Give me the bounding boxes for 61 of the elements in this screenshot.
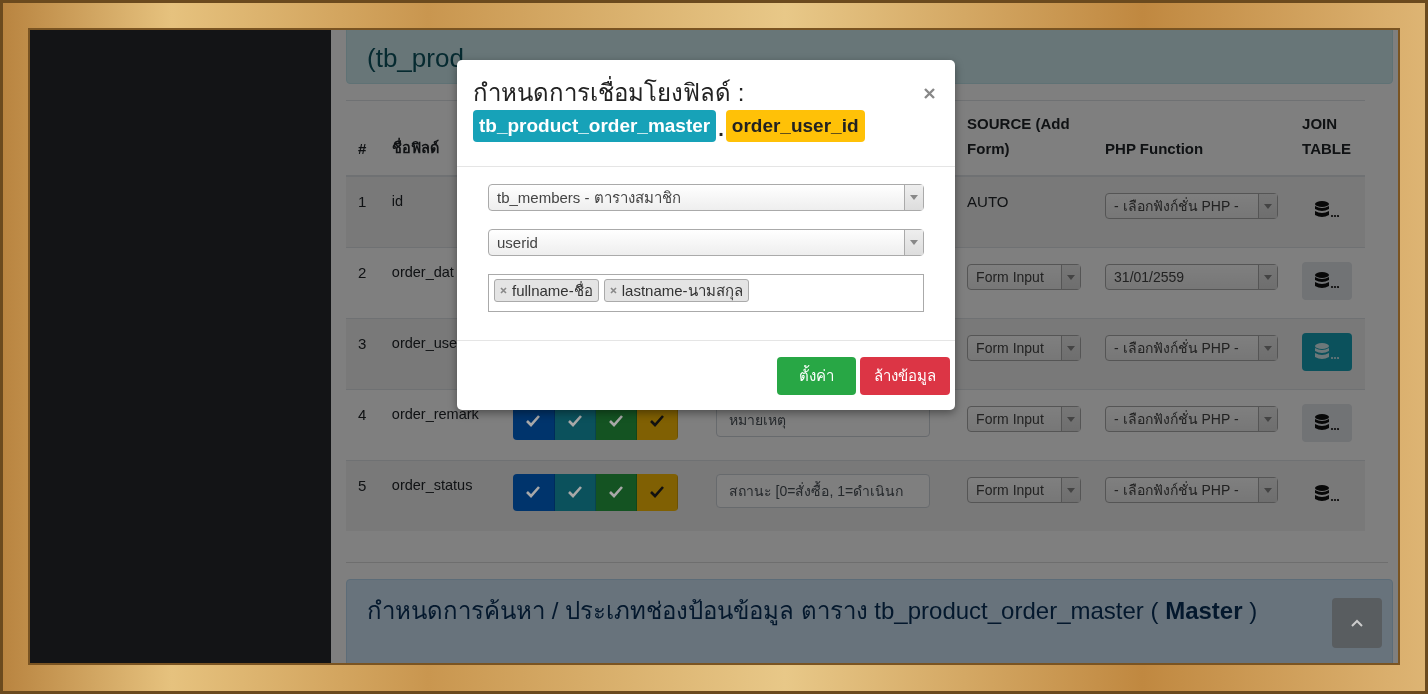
section-title: (tb_prod bbox=[367, 45, 464, 71]
column-header: SOURCE (Add Form) bbox=[967, 115, 1070, 157]
check-icon bbox=[525, 414, 542, 428]
database-icon bbox=[1315, 413, 1340, 432]
remove-icon[interactable] bbox=[609, 287, 617, 294]
dialog-title: กำหนดการเชื่อมโยงฟิลด์ : bbox=[473, 78, 865, 108]
separator-text: . bbox=[717, 117, 725, 142]
table-select[interactable]: tb_members - ตารางสมาชิก bbox=[488, 184, 924, 211]
table-badge: tb_product_order_master bbox=[473, 110, 717, 142]
toggle-checkbox[interactable] bbox=[637, 473, 679, 511]
dialog-button[interactable]: ตั้งค่า bbox=[777, 357, 856, 395]
database-icon bbox=[1315, 201, 1340, 219]
check-icon bbox=[607, 414, 624, 428]
database-icon bbox=[1315, 484, 1340, 503]
label-input[interactable]: สถานะ [0=สั่งซื้อ, 1=ดำเนินก bbox=[715, 473, 930, 508]
database-icon bbox=[1315, 342, 1340, 361]
row-number: 3 bbox=[358, 334, 367, 352]
php-function-select[interactable]: - เลือกฟังก์ชั่น PHP - bbox=[1105, 405, 1279, 432]
field-name: order_status bbox=[391, 476, 473, 493]
check-icon bbox=[607, 485, 624, 499]
field-name: order_dat bbox=[391, 263, 454, 280]
check-icon bbox=[525, 485, 542, 499]
join-table-button[interactable] bbox=[1302, 403, 1353, 442]
check-icon bbox=[649, 485, 666, 499]
toggle-checkbox[interactable] bbox=[554, 473, 596, 511]
tag-label: lastname-นามสกุล bbox=[621, 280, 743, 303]
row-number: 1 bbox=[358, 193, 367, 210]
check-icon bbox=[566, 485, 583, 499]
dialog-button[interactable]: ล้างข้อมูล bbox=[860, 357, 950, 395]
source-select[interactable]: Form Input bbox=[967, 405, 1082, 432]
section-title: กำหนดการค้นหา / ประเภทช่องป้อนข้อมูล ตาราง tb_product_order_master ( Master ) bbox=[367, 596, 1259, 627]
php-function-select[interactable]: 31/01/2559 bbox=[1105, 263, 1279, 290]
close-icon bbox=[924, 88, 935, 99]
row-number: 5 bbox=[358, 476, 367, 494]
caret-up-icon bbox=[1351, 619, 1363, 627]
php-function-select[interactable]: - เลือกฟังก์ชั่น PHP - bbox=[1105, 193, 1279, 219]
source-select[interactable]: Form Input bbox=[967, 476, 1082, 503]
row-number: 2 bbox=[358, 263, 367, 281]
toggle-checkbox[interactable] bbox=[513, 473, 555, 511]
field-name: order_use bbox=[391, 334, 458, 351]
php-function-select[interactable]: - เลือกฟังก์ชั่น PHP - bbox=[1105, 334, 1279, 361]
multi-select-field[interactable]: fullname-ชื่อ lastname-นามสกุล bbox=[488, 274, 924, 312]
join-table-button[interactable] bbox=[1302, 261, 1353, 300]
tag-label: fullname-ชื่อ bbox=[512, 280, 593, 301]
check-icon bbox=[566, 414, 583, 428]
php-function-select[interactable]: - เลือกฟังก์ชั่น PHP - bbox=[1105, 476, 1279, 503]
remove-icon[interactable] bbox=[500, 287, 507, 294]
column-header: PHP Function bbox=[1105, 140, 1204, 157]
database-icon bbox=[1315, 271, 1340, 290]
field-badge: order_user_id bbox=[725, 110, 865, 142]
source-select[interactable]: Form Input bbox=[967, 263, 1082, 290]
toggle-checkbox[interactable] bbox=[595, 473, 638, 511]
source-text: AUTO bbox=[967, 193, 1009, 210]
check-icon bbox=[649, 414, 666, 428]
key-field-select[interactable]: userid bbox=[488, 229, 924, 256]
source-select[interactable]: Form Input bbox=[967, 334, 1082, 361]
column-header: # bbox=[358, 140, 367, 157]
field-name: order_remark bbox=[391, 405, 479, 422]
field-name: id bbox=[391, 193, 404, 209]
row-number: 4 bbox=[358, 405, 367, 423]
column-header: JOIN TABLE bbox=[1302, 115, 1351, 157]
